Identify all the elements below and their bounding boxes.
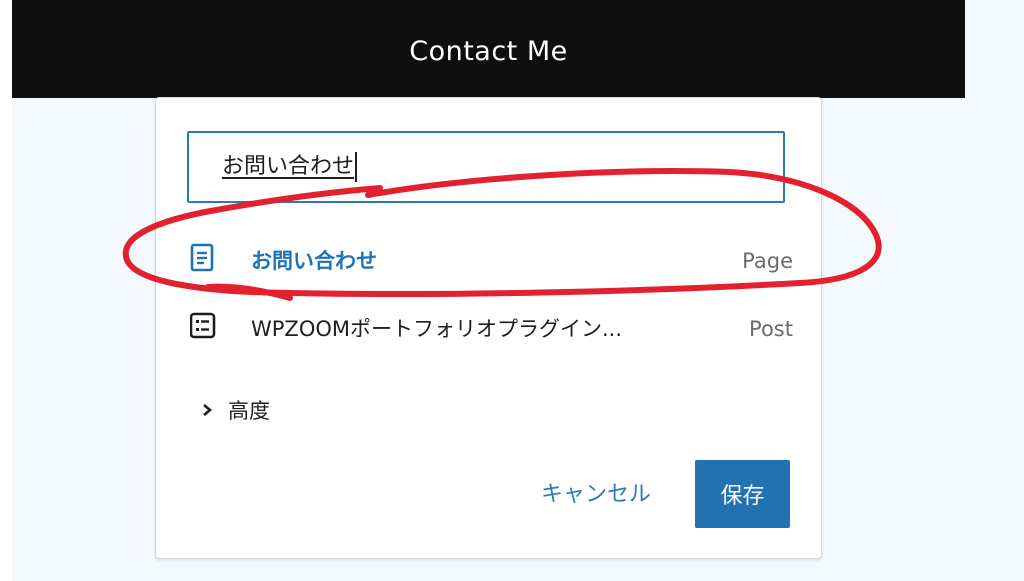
- link-popover: お問い合わせ お問い合わせ Page WPZOOMポートフォリオプラグイン...…: [155, 97, 822, 559]
- link-suggestion-title: お問い合わせ: [251, 249, 377, 273]
- chevron-right-icon: [203, 404, 213, 416]
- header-bar: Contact Me: [12, 0, 965, 98]
- link-suggestion-title: WPZOOMポートフォリオプラグイン...: [251, 317, 623, 341]
- advanced-settings-label: 高度: [228, 399, 270, 423]
- advanced-settings-toggle[interactable]: 高度: [200, 394, 270, 426]
- page-margin-right: [965, 0, 1024, 581]
- link-search-value: お問い合わせ: [222, 152, 358, 182]
- post-list-icon: [190, 312, 216, 339]
- header-title: Contact Me: [409, 35, 568, 67]
- link-suggestion-type: Page: [742, 249, 793, 273]
- page-margin-left: [0, 0, 12, 581]
- link-suggestion-page[interactable]: お問い合わせ Page: [187, 235, 797, 283]
- page-icon: [190, 243, 214, 272]
- cancel-button[interactable]: キャンセル: [541, 476, 651, 508]
- link-suggestion-type: Post: [749, 317, 793, 341]
- save-button[interactable]: 保存: [695, 460, 790, 528]
- link-suggestion-post[interactable]: WPZOOMポートフォリオプラグイン... Post: [187, 303, 797, 351]
- link-search-input[interactable]: お問い合わせ: [187, 131, 785, 203]
